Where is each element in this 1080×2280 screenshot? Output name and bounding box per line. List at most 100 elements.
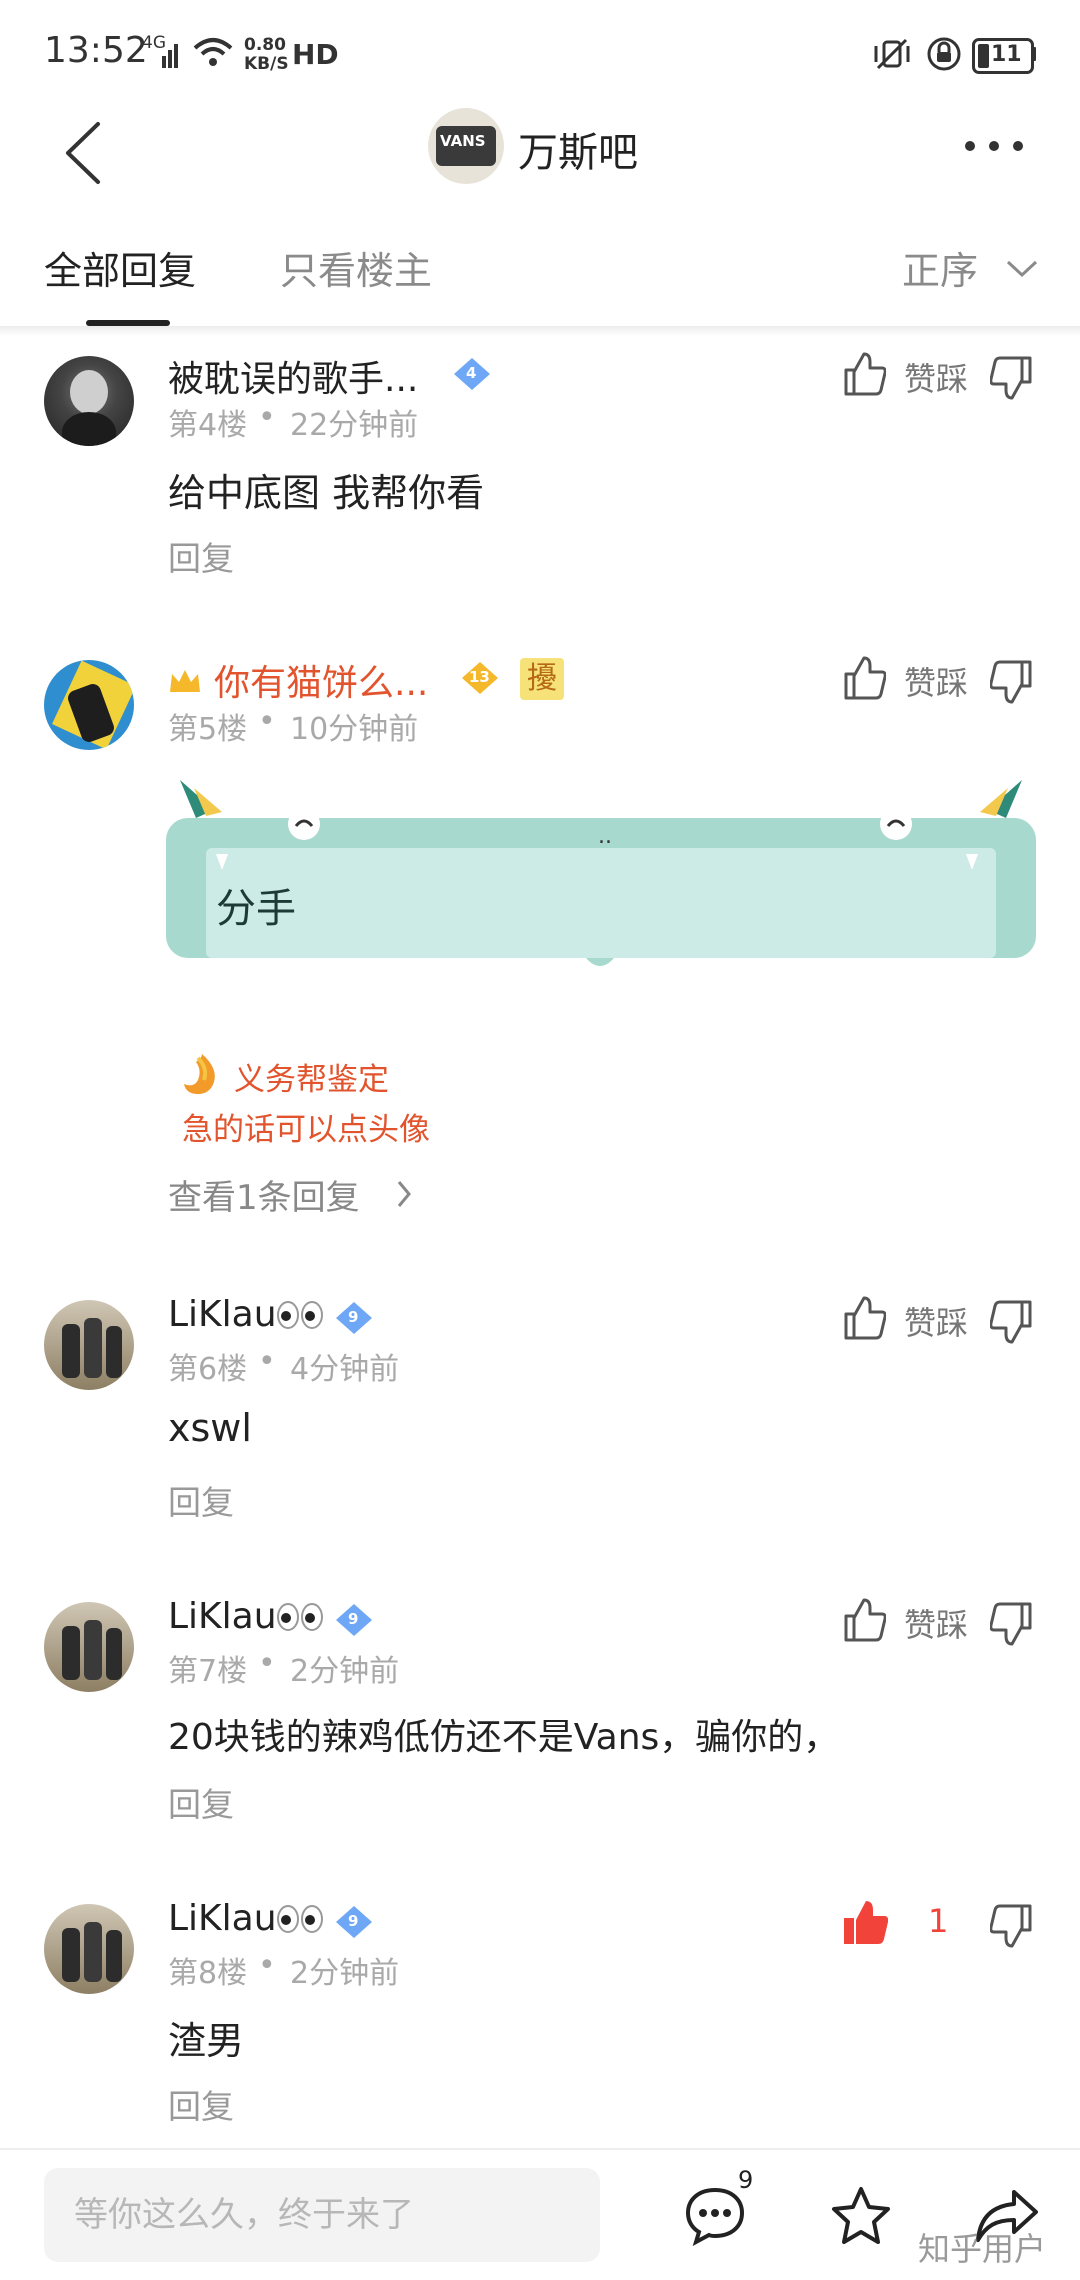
floor-number: 第8楼 (168, 1956, 248, 1991)
comment-item: LiKlau 9 第6楼 • 4分钟前 xswl 回复 赞踩 (0, 1280, 1080, 1560)
chevron-down-icon[interactable] (1004, 256, 1040, 280)
vote-label: 赞踩 (904, 1304, 969, 1342)
thumb-up-icon[interactable] (842, 1294, 886, 1342)
floor-number: 第4楼 (168, 408, 248, 443)
forum-logo[interactable]: VANS (428, 108, 504, 184)
level-number: 4 (466, 364, 477, 382)
comment-bubble-icon[interactable] (684, 2186, 746, 2246)
gift-line-1: 义务帮鉴定 (234, 1062, 389, 1098)
comment-item: 被耽误的歌手... 4 第4楼 • 22分钟前 给中底图 我帮你看 回复 赞踩 (0, 336, 1080, 618)
meta-separator: • (258, 1646, 276, 1681)
thumb-down-icon[interactable] (990, 354, 1034, 402)
forum-logo-text: VANS (440, 132, 486, 150)
level-badge: 9 (334, 1602, 374, 1638)
special-badge: 擾 (520, 658, 564, 700)
gift-line-2: 急的话可以点头像 (182, 1112, 430, 1148)
comment-item: LiKlau 9 第8楼 • 2分钟前 渣男 回复 1 (0, 1884, 1080, 2144)
avatar[interactable] (44, 356, 134, 446)
reply-input-box[interactable] (44, 2168, 600, 2262)
username[interactable]: LiKlau (168, 1898, 277, 1939)
special-badge-text: 擾 (527, 661, 557, 696)
level-number: 9 (348, 1308, 359, 1326)
back-arrow-icon[interactable] (60, 118, 106, 188)
meta-separator: • (258, 1344, 276, 1379)
eyes-emoji-icon (277, 1603, 323, 1631)
vibrate-mute-icon (874, 38, 910, 70)
thumb-down-icon[interactable] (990, 1902, 1034, 1950)
rotation-lock-icon (927, 37, 961, 71)
level-number: 9 (348, 1912, 359, 1930)
username[interactable]: 你有猫饼么... (214, 654, 428, 706)
post-time: 22分钟前 (290, 408, 419, 443)
tab-all-replies[interactable]: 全部回复 (44, 240, 196, 295)
thumb-up-icon[interactable] (842, 350, 886, 398)
comment-item: LiKlau 9 第7楼 • 2分钟前 20块钱的辣鸡低仿还不是Vans，骗你的… (0, 1582, 1080, 1862)
comment-text: 20块钱的辣鸡低仿还不是Vans，骗你的， (168, 1717, 840, 1758)
vote-label: 赞踩 (904, 1606, 969, 1644)
post-time: 2分钟前 (290, 1654, 400, 1689)
status-time: 13:52 (44, 30, 148, 71)
hd-indicator: HD (292, 38, 339, 71)
bubble-dots: .. (598, 824, 612, 849)
bottom-bar-divider (0, 2148, 1080, 2150)
watermark: 知乎用户 (918, 2230, 1047, 2268)
comment-item: 你有猫饼么... 13 擾 第5楼 • 10分钟前 赞踩 .. 分手 义务帮鉴定… (0, 640, 1080, 1260)
more-dots-icon[interactable] (962, 138, 1026, 154)
comment-text: 渣男 (168, 2019, 245, 2063)
reply-button[interactable]: 回复 (168, 1476, 234, 1524)
view-replies-link[interactable]: 查看1条回复 (168, 1170, 360, 1219)
vote-label: 赞踩 (904, 664, 969, 702)
username[interactable]: LiKlau (168, 1596, 277, 1637)
reply-input[interactable] (44, 2168, 574, 2262)
sort-order-dropdown[interactable]: 正序 (902, 240, 978, 295)
level-badge: 13 (460, 660, 500, 696)
level-number: 9 (348, 1610, 359, 1628)
star-icon[interactable] (830, 2186, 892, 2246)
status-bar: 13:52 4G 0.80 KB/S HD 11 (0, 0, 1080, 100)
tab-op-only[interactable]: 只看楼主 (280, 240, 432, 295)
avatar[interactable] (44, 1602, 134, 1692)
monster-bubble-frame (166, 780, 1036, 966)
chevron-right-icon[interactable] (394, 1178, 414, 1210)
reply-button[interactable]: 回复 (168, 532, 234, 580)
reply-button[interactable]: 回复 (168, 1778, 234, 1826)
comment-text: 给中底图 我帮你看 (168, 471, 485, 515)
thumb-down-icon[interactable] (990, 1298, 1034, 1346)
post-time: 4分钟前 (290, 1352, 400, 1387)
meta-separator: • (258, 400, 276, 435)
flame-icon (184, 1054, 215, 1094)
tab-divider (0, 326, 1080, 336)
avatar[interactable] (44, 1904, 134, 1994)
thumb-up-icon[interactable] (842, 654, 886, 702)
battery-icon: 11 (972, 38, 1034, 74)
like-count: 1 (928, 1902, 949, 1940)
signal-icon (162, 44, 178, 68)
level-number: 13 (469, 668, 490, 686)
thumb-up-icon[interactable] (842, 1596, 886, 1644)
comment-count: 9 (738, 2166, 754, 2194)
crown-icon (170, 670, 200, 692)
post-time: 10分钟前 (290, 712, 419, 747)
floor-number: 第6楼 (168, 1352, 248, 1387)
thumb-up-icon[interactable] (842, 1898, 888, 1948)
level-badge: 9 (334, 1300, 374, 1336)
thumb-down-icon[interactable] (990, 1600, 1034, 1648)
floor-number: 第7楼 (168, 1654, 248, 1689)
eyes-emoji-icon (277, 1905, 323, 1933)
net-speed-value: 0.80 (244, 35, 286, 55)
avatar[interactable] (44, 1300, 134, 1390)
meta-separator: • (258, 1948, 276, 1983)
comment-text: 分手 (216, 886, 296, 932)
net-speed-unit: KB/S (244, 54, 289, 74)
battery-level: 11 (991, 42, 1022, 67)
avatar[interactable] (44, 660, 134, 750)
username[interactable]: 被耽误的歌手... (168, 350, 418, 402)
username[interactable]: LiKlau (168, 1294, 277, 1335)
post-time: 2分钟前 (290, 1956, 400, 1991)
thumb-down-icon[interactable] (990, 658, 1034, 706)
forum-title[interactable]: 万斯吧 (518, 120, 638, 178)
level-badge: 9 (334, 1904, 374, 1940)
floor-number: 第5楼 (168, 712, 248, 747)
reply-button[interactable]: 回复 (168, 2080, 234, 2128)
eyes-emoji-icon (277, 1301, 323, 1329)
